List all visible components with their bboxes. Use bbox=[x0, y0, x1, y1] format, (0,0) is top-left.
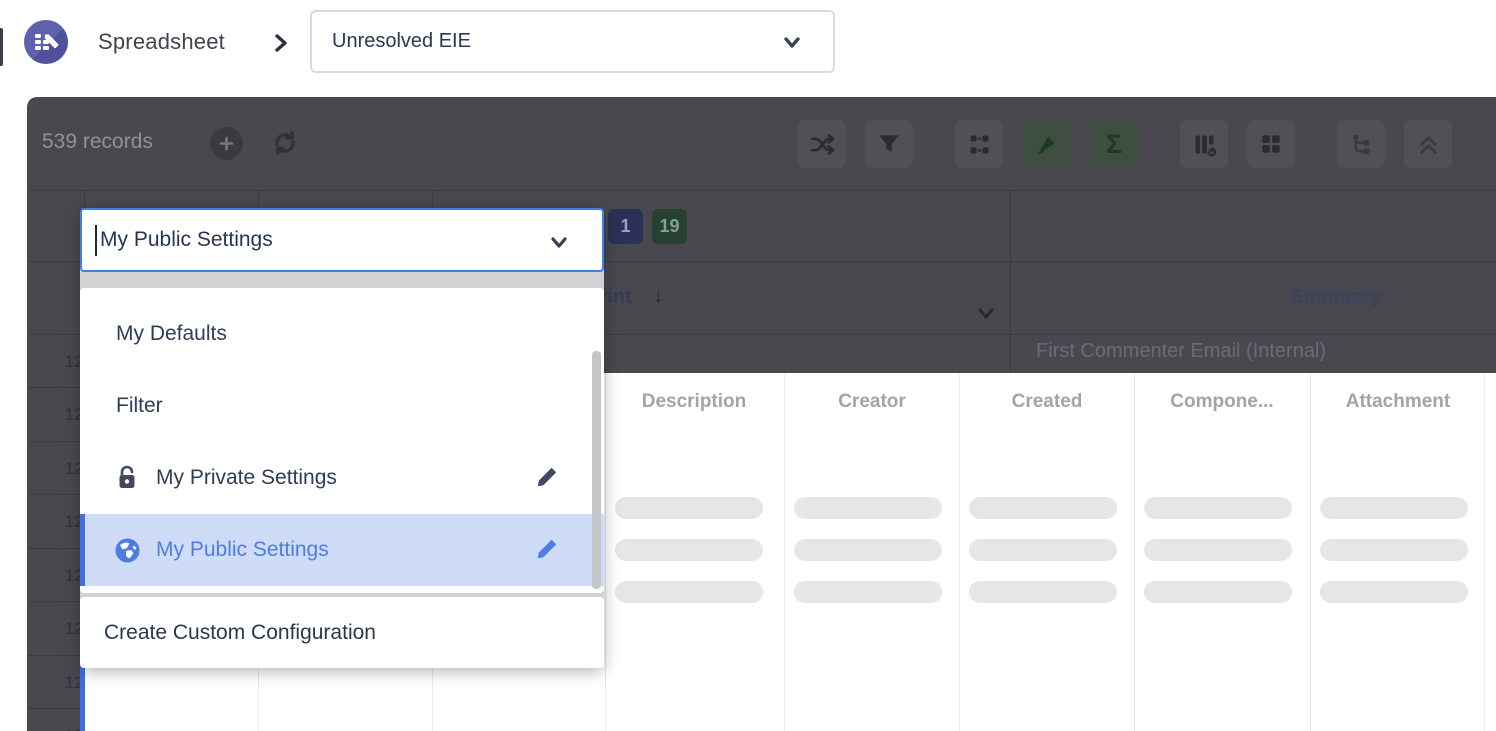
column-settings-button[interactable] bbox=[1180, 120, 1228, 168]
skeleton-cell bbox=[794, 497, 942, 519]
summary-column-header[interactable]: Summary bbox=[1290, 286, 1381, 309]
skeleton-cell bbox=[969, 497, 1117, 519]
toolbar-divider bbox=[27, 190, 1496, 191]
body-column-line bbox=[605, 373, 606, 731]
row-number[interactable]: 122 bbox=[27, 334, 84, 388]
refresh-button[interactable] bbox=[266, 124, 304, 162]
edit-private-settings-button[interactable] bbox=[536, 466, 558, 493]
drag-dots-icon bbox=[966, 131, 993, 158]
column-header-description[interactable]: Description bbox=[606, 391, 782, 413]
lock-icon bbox=[112, 464, 142, 492]
menu-scrollbar[interactable] bbox=[592, 351, 601, 589]
pencil-icon bbox=[536, 538, 558, 560]
skeleton-cell bbox=[969, 581, 1117, 603]
layout-grid-button[interactable] bbox=[1247, 120, 1295, 168]
row-number[interactable]: 125 bbox=[27, 494, 84, 548]
menu-item-filter[interactable]: Filter bbox=[80, 370, 604, 442]
row-number[interactable]: 129 bbox=[27, 708, 84, 731]
app-logo bbox=[24, 20, 68, 64]
text-cursor bbox=[95, 225, 97, 256]
body-column-line bbox=[784, 373, 785, 731]
records-count: 539 records bbox=[42, 130, 153, 154]
filter-button[interactable] bbox=[865, 120, 913, 168]
format-painter-button[interactable] bbox=[1022, 120, 1070, 168]
skeleton-cell bbox=[1144, 581, 1292, 603]
column-header-creator[interactable]: Creator bbox=[784, 391, 960, 413]
edit-public-settings-button[interactable] bbox=[536, 538, 558, 565]
create-custom-configuration-button[interactable]: Create Custom Configuration bbox=[80, 597, 604, 668]
reorder-button[interactable] bbox=[955, 120, 1003, 168]
config-input-value: My Public Settings bbox=[100, 228, 273, 252]
row-number[interactable]: 124 bbox=[27, 441, 84, 495]
add-record-button[interactable] bbox=[210, 127, 243, 160]
skeleton-cell bbox=[1320, 497, 1468, 519]
menu-item-my-private-settings[interactable]: My Private Settings bbox=[80, 442, 604, 514]
pencil-icon bbox=[536, 466, 558, 488]
menu-item-my-defaults[interactable]: My Defaults bbox=[80, 298, 604, 370]
summary-cell-value: First Commenter Email (Internal) bbox=[1036, 340, 1326, 363]
body-column-line bbox=[1134, 373, 1135, 731]
view-selector-value: Unresolved EIE bbox=[332, 30, 471, 53]
skeleton-cell bbox=[969, 539, 1117, 561]
column-header-attachment[interactable]: Attachment bbox=[1310, 391, 1486, 413]
skeleton-cell bbox=[615, 539, 763, 561]
shuffle-icon bbox=[809, 131, 836, 158]
body-column-line bbox=[1310, 373, 1311, 731]
skeleton-cell bbox=[1320, 581, 1468, 603]
column-header-created[interactable]: Created bbox=[959, 391, 1135, 413]
menu-item-my-public-settings[interactable]: My Public Settings bbox=[80, 514, 604, 586]
refresh-icon bbox=[269, 127, 301, 159]
config-search-input[interactable]: My Public Settings bbox=[80, 208, 604, 272]
skeleton-cell bbox=[794, 539, 942, 561]
chevron-down-icon bbox=[781, 34, 803, 52]
paint-icon bbox=[1033, 131, 1060, 158]
collapse-all-button[interactable] bbox=[1404, 120, 1452, 168]
sort-descending-icon: ↓ bbox=[653, 284, 664, 308]
page-title: Spreadsheet bbox=[98, 29, 225, 55]
row-number[interactable]: 128 bbox=[27, 655, 84, 709]
plus-icon bbox=[218, 135, 235, 152]
skeleton-cell bbox=[794, 581, 942, 603]
spreadsheet-app: Spreadsheet Unresolved EIE 539 records bbox=[0, 0, 1496, 731]
tree-icon bbox=[1348, 131, 1375, 158]
grid-icon bbox=[1258, 131, 1284, 157]
row-number[interactable]: 127 bbox=[27, 601, 84, 655]
config-menu-list: My Defaults Filter My Private Settings bbox=[80, 288, 604, 593]
skeleton-cell bbox=[615, 497, 763, 519]
chevron-down-icon[interactable] bbox=[548, 235, 570, 251]
breadcrumb-chevron-icon bbox=[272, 31, 290, 55]
globe-icon bbox=[112, 537, 142, 564]
edge-sliver bbox=[0, 28, 3, 66]
skeleton-cell bbox=[1320, 539, 1468, 561]
hierarchy-button[interactable] bbox=[1337, 120, 1385, 168]
row-number[interactable]: 126 bbox=[27, 548, 84, 602]
view-selector[interactable]: Unresolved EIE bbox=[310, 10, 835, 73]
sigma-icon: Σ bbox=[1106, 131, 1122, 158]
column-menu-chevron-icon[interactable] bbox=[974, 305, 998, 323]
skeleton-cell bbox=[1144, 539, 1292, 561]
body-column-line bbox=[959, 373, 960, 731]
body-column-line bbox=[1484, 373, 1485, 731]
columns-settings-icon bbox=[1191, 131, 1218, 158]
row-number[interactable]: 123 bbox=[27, 387, 84, 441]
column-divider-dark bbox=[1010, 191, 1011, 373]
column-header-components[interactable]: Compone... bbox=[1134, 391, 1310, 413]
skeleton-cell bbox=[1144, 497, 1292, 519]
spreadsheet-pencil-icon bbox=[32, 28, 60, 56]
sum-button[interactable]: Σ bbox=[1090, 120, 1138, 168]
sprint-badge-19[interactable]: 19 bbox=[652, 209, 687, 244]
filter-icon bbox=[876, 131, 902, 157]
sprint-badge-1[interactable]: 1 bbox=[608, 209, 643, 244]
skeleton-cell bbox=[615, 581, 763, 603]
shuffle-button[interactable] bbox=[798, 120, 846, 168]
selected-item-bar bbox=[80, 514, 85, 586]
collapse-icon bbox=[1415, 131, 1442, 158]
